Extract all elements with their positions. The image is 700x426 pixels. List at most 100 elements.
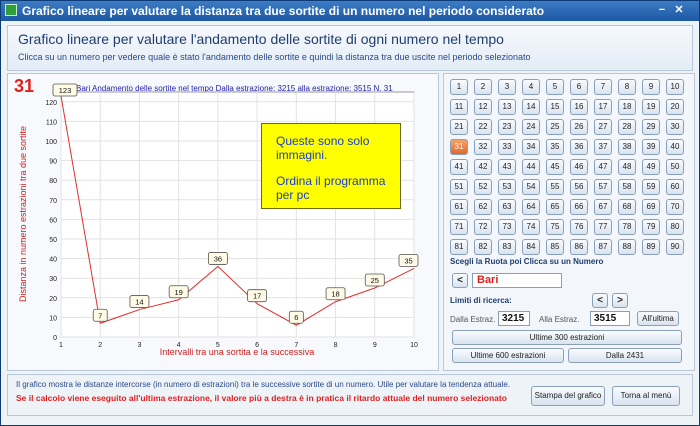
- number-button-25[interactable]: 25: [546, 119, 564, 135]
- number-button-58[interactable]: 58: [618, 179, 636, 195]
- number-button-46[interactable]: 46: [570, 159, 588, 175]
- number-button-51[interactable]: 51: [450, 179, 468, 195]
- number-button-36[interactable]: 36: [570, 139, 588, 155]
- number-button-88[interactable]: 88: [618, 239, 636, 255]
- number-button-34[interactable]: 34: [522, 139, 540, 155]
- number-button-14[interactable]: 14: [522, 99, 540, 115]
- number-button-48[interactable]: 48: [618, 159, 636, 175]
- number-button-70[interactable]: 70: [666, 199, 684, 215]
- to-field[interactable]: 3515: [590, 311, 630, 326]
- number-button-82[interactable]: 82: [474, 239, 492, 255]
- number-button-75[interactable]: 75: [546, 219, 564, 235]
- number-button-11[interactable]: 11: [450, 99, 468, 115]
- number-button-44[interactable]: 44: [522, 159, 540, 175]
- number-button-52[interactable]: 52: [474, 179, 492, 195]
- number-button-40[interactable]: 40: [666, 139, 684, 155]
- number-button-12[interactable]: 12: [474, 99, 492, 115]
- number-button-64[interactable]: 64: [522, 199, 540, 215]
- number-button-3[interactable]: 3: [498, 79, 516, 95]
- number-button-27[interactable]: 27: [594, 119, 612, 135]
- number-button-77[interactable]: 77: [594, 219, 612, 235]
- number-button-61[interactable]: 61: [450, 199, 468, 215]
- number-button-4[interactable]: 4: [522, 79, 540, 95]
- number-button-21[interactable]: 21: [450, 119, 468, 135]
- number-button-90[interactable]: 90: [666, 239, 684, 255]
- number-button-81[interactable]: 81: [450, 239, 468, 255]
- number-button-50[interactable]: 50: [666, 159, 684, 175]
- number-button-19[interactable]: 19: [642, 99, 660, 115]
- back-to-menu-button[interactable]: Torna al menù: [612, 386, 680, 406]
- number-button-71[interactable]: 71: [450, 219, 468, 235]
- number-button-69[interactable]: 69: [642, 199, 660, 215]
- number-button-78[interactable]: 78: [618, 219, 636, 235]
- number-button-60[interactable]: 60: [666, 179, 684, 195]
- number-button-13[interactable]: 13: [498, 99, 516, 115]
- number-button-67[interactable]: 67: [594, 199, 612, 215]
- number-button-38[interactable]: 38: [618, 139, 636, 155]
- close-icon[interactable]: ✕: [672, 3, 686, 17]
- number-button-54[interactable]: 54: [522, 179, 540, 195]
- number-button-47[interactable]: 47: [594, 159, 612, 175]
- wheel-field[interactable]: Bari: [472, 273, 562, 288]
- number-button-74[interactable]: 74: [522, 219, 540, 235]
- number-button-87[interactable]: 87: [594, 239, 612, 255]
- number-button-23[interactable]: 23: [498, 119, 516, 135]
- number-button-29[interactable]: 29: [642, 119, 660, 135]
- number-button-66[interactable]: 66: [570, 199, 588, 215]
- number-button-57[interactable]: 57: [594, 179, 612, 195]
- minimize-icon[interactable]: −: [655, 3, 669, 17]
- number-button-72[interactable]: 72: [474, 219, 492, 235]
- number-button-1[interactable]: 1: [450, 79, 468, 95]
- number-button-83[interactable]: 83: [498, 239, 516, 255]
- wheel-prev-button[interactable]: <: [452, 273, 468, 288]
- number-button-28[interactable]: 28: [618, 119, 636, 135]
- number-button-5[interactable]: 5: [546, 79, 564, 95]
- number-button-62[interactable]: 62: [474, 199, 492, 215]
- number-button-86[interactable]: 86: [570, 239, 588, 255]
- number-button-59[interactable]: 59: [642, 179, 660, 195]
- number-button-45[interactable]: 45: [546, 159, 564, 175]
- from-field[interactable]: 3215: [498, 311, 530, 326]
- number-button-85[interactable]: 85: [546, 239, 564, 255]
- last-300-button[interactable]: Ultime 300 estrazioni: [452, 330, 682, 345]
- number-button-16[interactable]: 16: [570, 99, 588, 115]
- number-button-41[interactable]: 41: [450, 159, 468, 175]
- number-button-68[interactable]: 68: [618, 199, 636, 215]
- number-button-15[interactable]: 15: [546, 99, 564, 115]
- number-button-55[interactable]: 55: [546, 179, 564, 195]
- number-button-84[interactable]: 84: [522, 239, 540, 255]
- number-button-20[interactable]: 20: [666, 99, 684, 115]
- number-button-53[interactable]: 53: [498, 179, 516, 195]
- number-button-56[interactable]: 56: [570, 179, 588, 195]
- number-button-8[interactable]: 8: [618, 79, 636, 95]
- number-button-89[interactable]: 89: [642, 239, 660, 255]
- number-button-43[interactable]: 43: [498, 159, 516, 175]
- last-600-button[interactable]: Ultime 600 estrazioni: [452, 348, 564, 363]
- number-button-80[interactable]: 80: [666, 219, 684, 235]
- number-button-26[interactable]: 26: [570, 119, 588, 135]
- number-button-7[interactable]: 7: [594, 79, 612, 95]
- number-button-2[interactable]: 2: [474, 79, 492, 95]
- number-button-76[interactable]: 76: [570, 219, 588, 235]
- number-button-42[interactable]: 42: [474, 159, 492, 175]
- number-button-9[interactable]: 9: [642, 79, 660, 95]
- number-button-6[interactable]: 6: [570, 79, 588, 95]
- number-button-10[interactable]: 10: [666, 79, 684, 95]
- number-button-39[interactable]: 39: [642, 139, 660, 155]
- number-button-30[interactable]: 30: [666, 119, 684, 135]
- last-extraction-button[interactable]: All'ultima: [637, 311, 679, 326]
- number-button-31[interactable]: 31: [450, 139, 468, 155]
- number-button-73[interactable]: 73: [498, 219, 516, 235]
- number-button-22[interactable]: 22: [474, 119, 492, 135]
- number-button-49[interactable]: 49: [642, 159, 660, 175]
- number-button-24[interactable]: 24: [522, 119, 540, 135]
- number-button-63[interactable]: 63: [498, 199, 516, 215]
- number-button-79[interactable]: 79: [642, 219, 660, 235]
- number-button-33[interactable]: 33: [498, 139, 516, 155]
- number-button-35[interactable]: 35: [546, 139, 564, 155]
- number-button-17[interactable]: 17: [594, 99, 612, 115]
- print-chart-button[interactable]: Stampa del grafico: [531, 386, 605, 406]
- limits-next-button[interactable]: >: [612, 293, 628, 308]
- number-button-32[interactable]: 32: [474, 139, 492, 155]
- number-button-18[interactable]: 18: [618, 99, 636, 115]
